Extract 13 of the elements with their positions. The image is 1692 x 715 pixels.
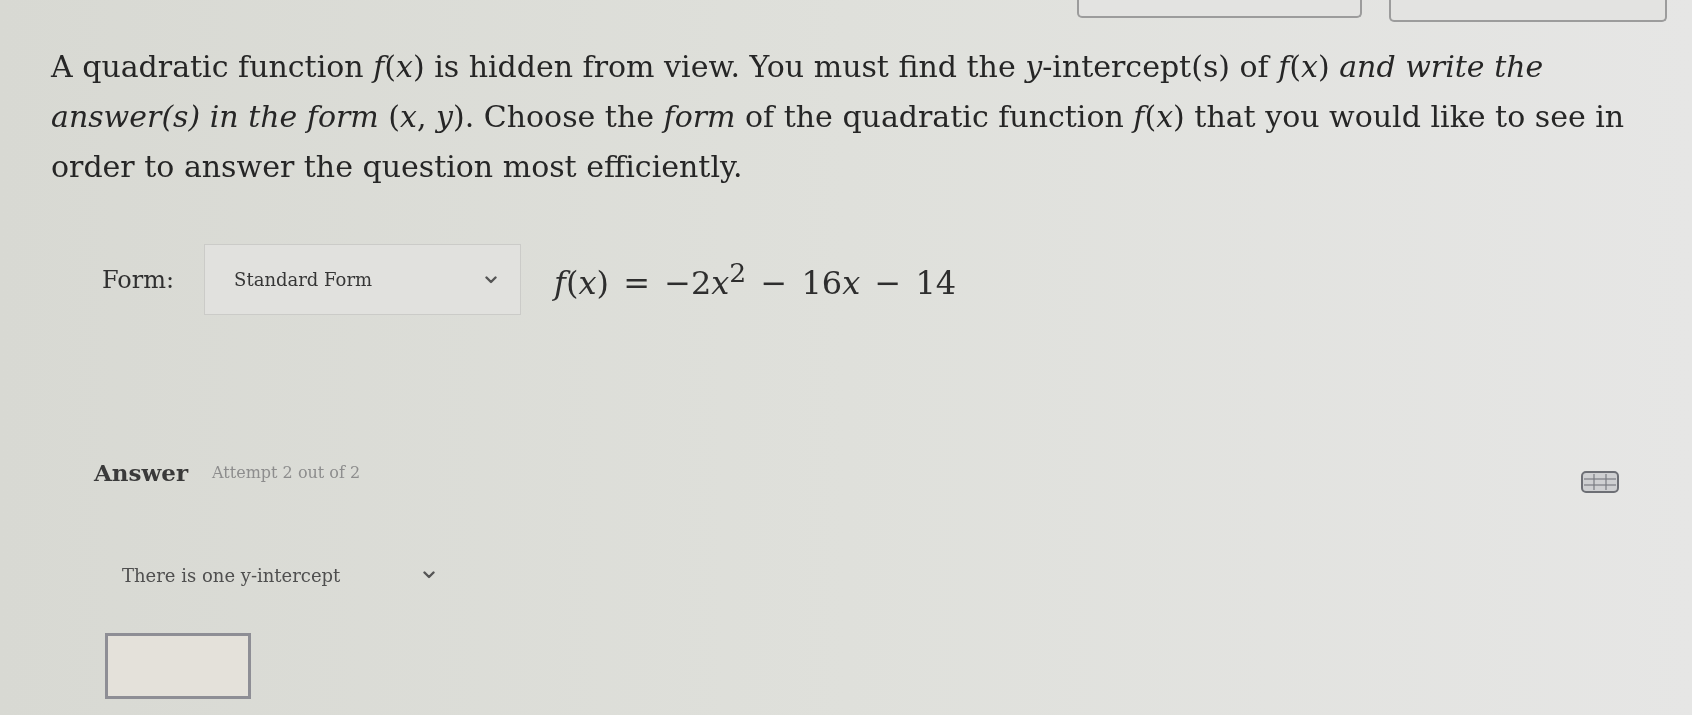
question-text: A quadratic function f(x) is hidden from view. You must find the y-intercept(s) of f(x) and write the answer(s) in the form (x, y). Choose the form of the quadratic function f(x) that you would like to see in order to answer the question most efficiently.	[51, 48, 1625, 186]
chevron-down-icon	[485, 275, 498, 284]
attempt-count: Attempt 2 out of 2	[212, 462, 361, 482]
intercept-select[interactable]: There is one y-intercept	[105, 555, 450, 595]
chevron-down-icon	[423, 571, 435, 579]
table-icon[interactable]	[1581, 471, 1619, 493]
equation: f(x) = −2x$^{2}$ − 16x − 14	[554, 257, 957, 302]
top-button[interactable]	[1077, 0, 1362, 18]
top-button[interactable]	[1389, 0, 1667, 22]
form-label: Form:	[102, 265, 175, 294]
form-select[interactable]: Standard Form	[204, 244, 522, 315]
answer-heading: Answer	[94, 458, 189, 486]
answer-box[interactable]	[105, 633, 251, 699]
